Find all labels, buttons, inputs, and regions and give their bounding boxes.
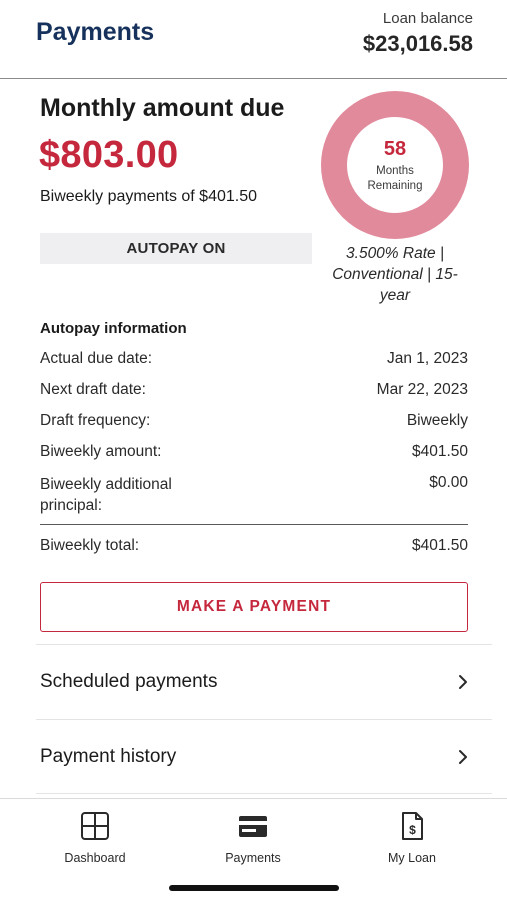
autopay-info-title: Autopay information xyxy=(40,320,187,337)
autopay-status-badge: AUTOPAY ON xyxy=(40,233,312,264)
info-label: Next draft date: xyxy=(40,381,146,398)
tab-payments[interactable]: Payments xyxy=(193,807,313,867)
tab-my-loan[interactable]: $ My Loan xyxy=(352,807,472,867)
info-value: Jan 1, 2023 xyxy=(386,350,468,367)
page-header: Payments Loan balance $23,016.58 xyxy=(0,0,507,79)
tab-dashboard[interactable]: Dashboard xyxy=(35,807,155,867)
tab-label: Dashboard xyxy=(64,851,126,865)
payment-history-label: Payment history xyxy=(40,746,177,767)
months-remaining-donut: 58 Months Remaining xyxy=(320,90,470,240)
monthly-amount-value: $803.00 xyxy=(39,134,179,176)
chevron-right-icon xyxy=(459,750,467,764)
total-divider xyxy=(40,524,468,525)
tab-label: My Loan xyxy=(388,851,436,865)
info-label: Biweekly total: xyxy=(40,537,140,554)
info-label: Actual due date: xyxy=(40,350,153,367)
payment-history-row[interactable]: Payment history xyxy=(36,719,492,794)
loan-rate-text: 3.500% Rate | Conventional | 15-year xyxy=(332,245,458,304)
loan-balance-label: Loan balance xyxy=(382,10,473,27)
info-value: $401.50 xyxy=(411,537,468,554)
info-label: Biweekly additional principal: xyxy=(40,476,172,514)
biweekly-payments-text: Biweekly payments of $401.50 xyxy=(40,188,258,205)
info-label: Draft frequency: xyxy=(40,412,151,429)
info-value: Mar 22, 2023 xyxy=(376,381,468,398)
info-value: $0.00 xyxy=(429,474,468,491)
donut-center: 58 Months Remaining xyxy=(320,90,470,240)
grid-icon xyxy=(81,812,109,840)
home-indicator xyxy=(169,885,339,891)
loan-balance-value: $23,016.58 xyxy=(362,31,473,56)
info-value: Biweekly xyxy=(406,412,468,429)
svg-text:$: $ xyxy=(409,823,416,837)
tab-label: Payments xyxy=(225,851,281,865)
document-dollar-icon: $ xyxy=(402,812,423,840)
make-payment-button[interactable]: MAKE A PAYMENT xyxy=(40,582,468,632)
chevron-right-icon xyxy=(459,675,467,689)
months-remaining-number: 58 xyxy=(383,138,407,160)
months-remaining-label: Months Remaining xyxy=(367,165,423,192)
credit-card-icon xyxy=(239,816,267,837)
monthly-amount-title: Monthly amount due xyxy=(40,94,285,122)
page-title: Payments xyxy=(36,18,155,46)
scheduled-payments-label: Scheduled payments xyxy=(40,671,218,692)
info-label: Biweekly amount: xyxy=(40,443,162,460)
info-value: $401.50 xyxy=(411,443,468,460)
scheduled-payments-row[interactable]: Scheduled payments xyxy=(36,644,492,719)
